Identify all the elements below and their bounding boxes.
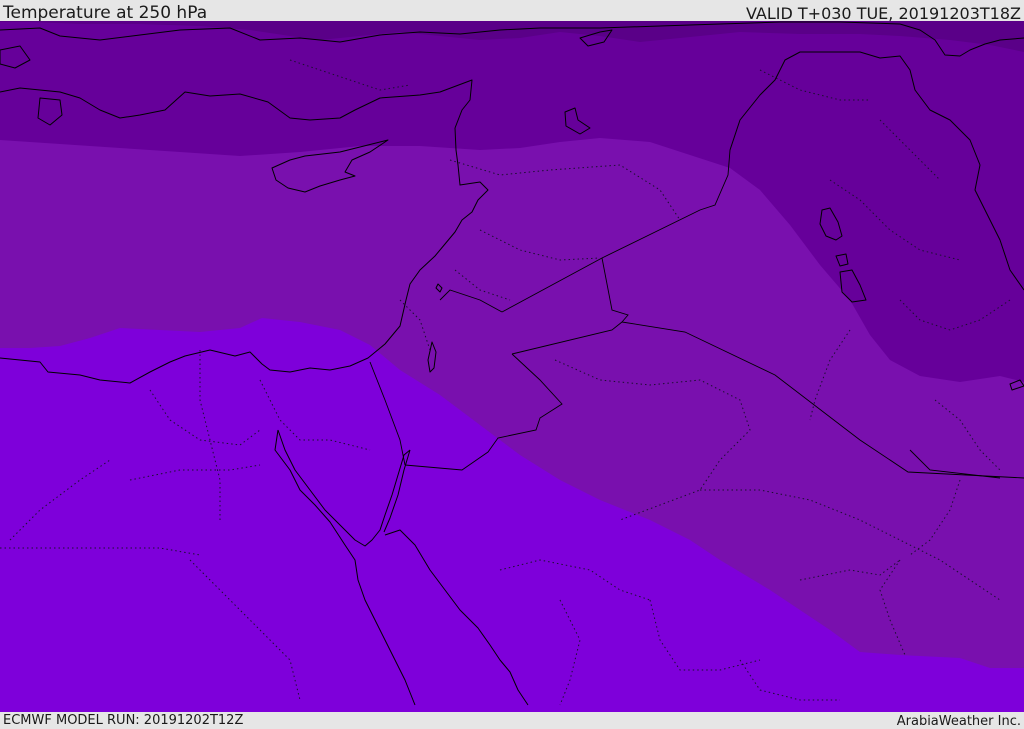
map-area[interactable] bbox=[0, 21, 1024, 712]
provider-label: ArabiaWeather Inc. bbox=[896, 714, 1021, 729]
bottom-bar: ECMWF MODEL RUN: 20191202T12Z ArabiaWeat… bbox=[0, 712, 1024, 729]
top-bar: Temperature at 250 hPa VALID T+030 TUE, … bbox=[0, 0, 1024, 23]
map-title: Temperature at 250 hPa bbox=[3, 3, 208, 23]
model-run-label: ECMWF MODEL RUN: 20191202T12Z bbox=[3, 713, 244, 728]
map-frame: Temperature at 250 hPa VALID T+030 TUE, … bbox=[0, 0, 1024, 729]
temperature-map bbox=[0, 21, 1024, 712]
